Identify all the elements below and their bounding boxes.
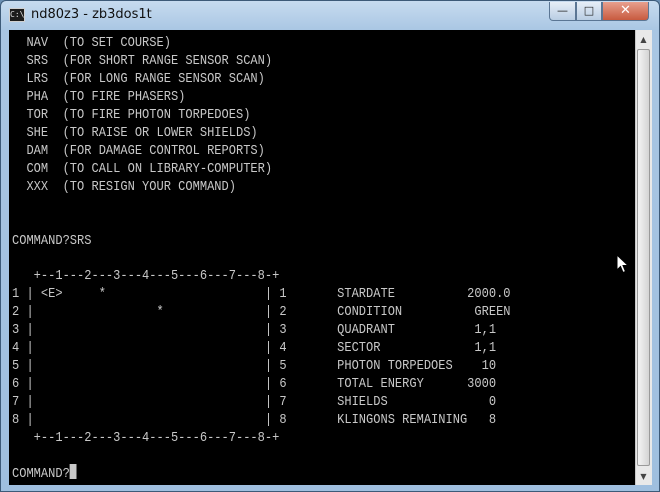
maximize-button[interactable]: □	[576, 2, 602, 21]
scan-border-bottom: +--1---2---3---4---5---6---7---8-+	[12, 430, 280, 446]
mouse-pointer-icon	[616, 254, 630, 274]
help-line-com: COM (TO CALL ON LIBRARY-COMPUTER)	[12, 161, 273, 177]
command-prompt-text: COMMAND?	[12, 466, 70, 482]
scan-border-top: +--1---2---3---4---5---6---7---8-+	[12, 268, 280, 284]
command-prompt[interactable]: COMMAND?	[12, 464, 77, 483]
minimize-button[interactable]: —	[549, 2, 576, 21]
scroll-up-arrow-icon[interactable]: ▲	[635, 31, 652, 48]
scan-row-2: 2 | * | 2 CONDITION GREEN	[12, 304, 511, 320]
scan-row-6: 6 | | 6 TOTAL ENERGY 3000	[12, 376, 497, 392]
scroll-down-arrow-icon[interactable]: ▼	[635, 468, 652, 485]
scan-row-7: 7 | | 7 SHIELDS 0	[12, 394, 497, 410]
help-line-nav: NAV (TO SET COURSE)	[12, 35, 171, 51]
title-bar[interactable]: C:\ nd80z3 - zb3dos1t — □ ✕	[1, 1, 659, 29]
scrollbar-thumb[interactable]	[637, 49, 650, 466]
close-button[interactable]: ✕	[602, 2, 649, 21]
scan-row-1: 1 | <E> * | 1 STARDATE 2000.0	[12, 286, 511, 302]
help-line-lrs: LRS (FOR LONG RANGE SENSOR SCAN)	[12, 71, 265, 87]
help-line-dam: DAM (FOR DAMAGE CONTROL REPORTS)	[12, 143, 265, 159]
window-title: nd80z3 - zb3dos1t	[31, 7, 152, 22]
scan-row-5: 5 | | 5 PHOTON TORPEDOES 10	[12, 358, 497, 374]
help-line-xxx: XXX (TO RESIGN YOUR COMMAND)	[12, 179, 236, 195]
console-output[interactable]: NAV (TO SET COURSE) SRS (FOR SHORT RANGE…	[9, 30, 635, 485]
help-line-pha: PHA (TO FIRE PHASERS)	[12, 89, 186, 105]
scan-row-8: 8 | | 8 KLINGONS REMAINING 8	[12, 412, 497, 428]
help-line-tor: TOR (TO FIRE PHOTON TORPEDOES)	[12, 107, 251, 123]
console-window: C:\ nd80z3 - zb3dos1t — □ ✕ NAV (TO SET …	[0, 0, 660, 492]
text-cursor	[69, 464, 77, 479]
help-line-she: SHE (TO RAISE OR LOWER SHIELDS)	[12, 125, 258, 141]
console-app-icon[interactable]: C:\	[9, 8, 25, 22]
command-echo: COMMAND?SRS	[12, 233, 92, 249]
help-line-srs: SRS (FOR SHORT RANGE SENSOR SCAN)	[12, 53, 273, 69]
scan-row-3: 3 | | 3 QUADRANT 1,1	[12, 322, 497, 338]
scan-row-4: 4 | | 4 SECTOR 1,1	[12, 340, 497, 356]
